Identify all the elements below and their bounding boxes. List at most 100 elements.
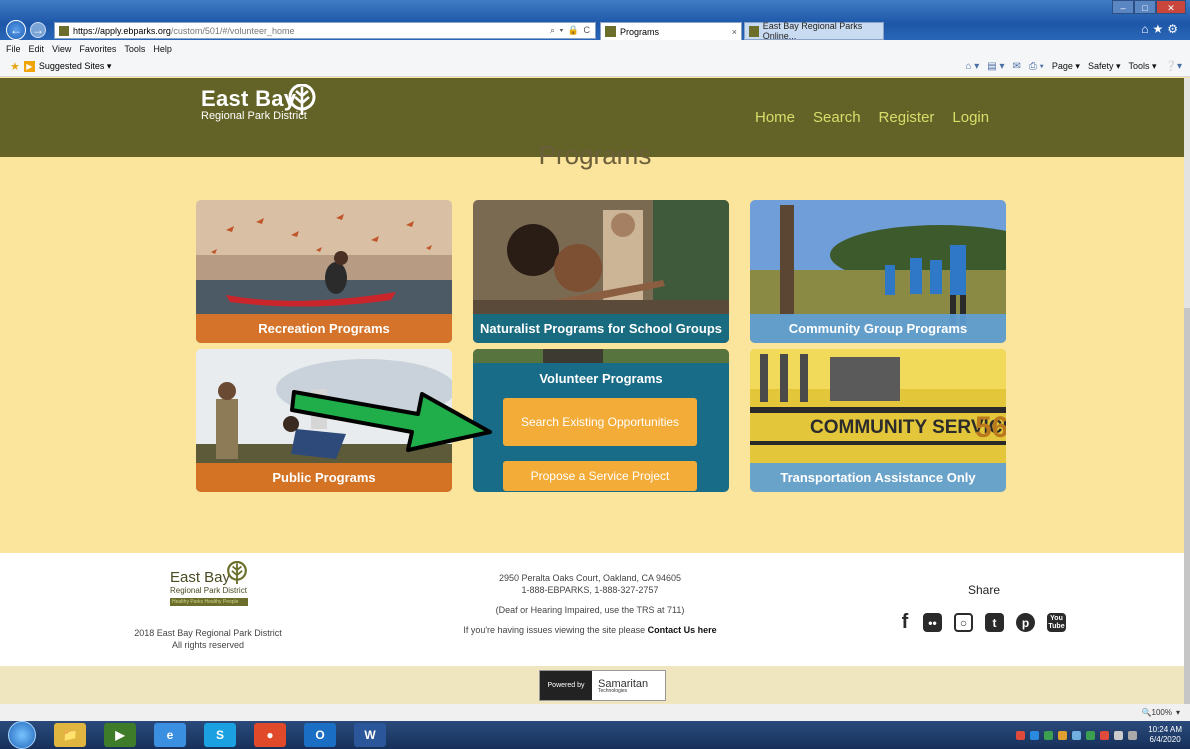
network-icon[interactable] bbox=[1114, 730, 1124, 740]
volume-icon[interactable] bbox=[1128, 730, 1138, 740]
flickr-icon[interactable]: •• bbox=[923, 613, 942, 632]
suggested-sites-icon: ▶ bbox=[23, 61, 35, 72]
menu-view[interactable]: View bbox=[52, 44, 71, 54]
tab-programs[interactable]: Programs × bbox=[600, 22, 742, 40]
card-recreation-programs[interactable]: Recreation Programs bbox=[196, 200, 452, 343]
chrome-icon[interactable]: ● bbox=[254, 723, 286, 747]
settings-gear-icon[interactable]: ⚙ bbox=[1167, 22, 1182, 36]
contact-us-link[interactable]: Contact Us here bbox=[648, 625, 717, 635]
tray-icon[interactable] bbox=[1086, 730, 1096, 740]
menu-favorites[interactable]: Favorites bbox=[79, 44, 116, 54]
tray-icon[interactable] bbox=[1030, 730, 1040, 740]
tab-label: Programs bbox=[620, 26, 660, 37]
nav-login[interactable]: Login bbox=[952, 109, 989, 126]
outlook-icon[interactable]: O bbox=[304, 723, 336, 747]
site-nav: Home Search Register Login bbox=[755, 109, 989, 126]
site-logo[interactable]: East Bay Regional Park District bbox=[201, 84, 316, 122]
footer-issues-line: If you're having issues viewing the site… bbox=[450, 624, 730, 636]
suggested-sites-link[interactable]: Suggested Sites ▾ bbox=[39, 61, 112, 72]
forward-button[interactable]: → bbox=[30, 22, 46, 38]
card-naturalist-programs[interactable]: Naturalist Programs for School Groups bbox=[473, 200, 729, 343]
favorites-star-icon[interactable]: ★ bbox=[1152, 22, 1167, 36]
card-transportation-assistance[interactable]: COMMUNITY SERVICE 56 Transportation Assi… bbox=[750, 349, 1006, 492]
volunteer-programs-title: Volunteer Programs bbox=[539, 371, 663, 386]
bus-number-text: 56 bbox=[975, 411, 1006, 444]
twitter-icon[interactable]: t bbox=[985, 613, 1004, 632]
zoom-icon: 🔍 bbox=[1141, 708, 1152, 717]
help-icon[interactable]: ❔▾ bbox=[1165, 61, 1182, 72]
address-bar[interactable]: https://apply.ebparks.org/custom/501/#/v… bbox=[54, 22, 596, 39]
footer-logo-sub: Regional Park District bbox=[170, 586, 247, 595]
close-tab-icon[interactable]: × bbox=[732, 27, 737, 37]
safety-menu[interactable]: Safety ▾ bbox=[1088, 61, 1121, 72]
zoom-level[interactable]: 100% bbox=[1152, 708, 1172, 717]
clock-date: 6/4/2020 bbox=[1149, 735, 1181, 744]
pinterest-icon[interactable]: p bbox=[1016, 613, 1035, 632]
card-label: Community Group Programs bbox=[750, 314, 1006, 343]
page-scrollbar[interactable] bbox=[1184, 78, 1190, 748]
windows-taskbar: 📁 ▶ e S ● O W 10:24 AM 6/4/2020 bbox=[0, 721, 1190, 749]
volunteer-photo-strip bbox=[473, 349, 729, 363]
minimize-button[interactable]: – bbox=[1112, 0, 1134, 14]
tab-label: East Bay Regional Parks Online... bbox=[762, 21, 863, 41]
word-icon[interactable]: W bbox=[354, 723, 386, 747]
tray-icon[interactable] bbox=[1100, 730, 1110, 740]
footer-phones: 1-888-EBPARKS, 1-888-327-2757 bbox=[521, 585, 659, 595]
menu-file[interactable]: File bbox=[6, 44, 21, 54]
favorites-star-icon[interactable]: ★ bbox=[10, 60, 20, 73]
media-player-icon[interactable]: ▶ bbox=[104, 723, 136, 747]
menu-tools[interactable]: Tools bbox=[124, 44, 145, 54]
tray-icon[interactable] bbox=[1072, 730, 1082, 740]
print-icon[interactable]: ⎙ ▾ bbox=[1029, 61, 1044, 72]
issues-text: If you're having issues viewing the site… bbox=[463, 625, 648, 635]
home-icon[interactable]: ⌂ ▾ bbox=[965, 61, 979, 72]
tray-icon[interactable] bbox=[1016, 730, 1026, 740]
clock-time: 10:24 AM bbox=[1148, 725, 1182, 734]
restore-button[interactable]: □ bbox=[1134, 0, 1156, 14]
back-button[interactable]: ← bbox=[6, 20, 26, 40]
tools-menu[interactable]: Tools ▾ bbox=[1128, 61, 1156, 72]
tab-east-bay-online[interactable]: East Bay Regional Parks Online... bbox=[744, 21, 884, 41]
taskbar-clock[interactable]: 10:24 AM 6/4/2020 bbox=[1148, 725, 1182, 745]
footer-logo[interactable]: East Bay Regional Park District Healthy … bbox=[170, 561, 248, 606]
file-explorer-icon[interactable]: 📁 bbox=[54, 723, 86, 747]
nav-home[interactable]: Home bbox=[755, 109, 795, 126]
copyright-line: 2018 East Bay Regional Park District bbox=[134, 628, 282, 638]
tray-icon[interactable] bbox=[1044, 730, 1054, 740]
rights-line: All rights reserved bbox=[171, 640, 245, 650]
card-label: Public Programs bbox=[196, 463, 452, 492]
powered-by-badge[interactable]: Powered by Samaritan Technologies bbox=[539, 670, 666, 701]
feeds-icon[interactable]: ▤ ▾ bbox=[987, 61, 1004, 72]
youtube-icon[interactable]: You Tube bbox=[1047, 613, 1066, 632]
browser-titlebar: ← → https://apply.ebparks.org/custom/501… bbox=[0, 0, 1190, 41]
tab-favicon-icon bbox=[605, 26, 616, 37]
close-window-button[interactable]: ✕ bbox=[1156, 0, 1186, 14]
skype-icon[interactable]: S bbox=[204, 723, 236, 747]
address-url: https://apply.ebparks.org/custom/501/#/v… bbox=[73, 25, 295, 36]
propose-service-project-button[interactable]: Propose a Service Project bbox=[503, 461, 697, 491]
zoom-dropdown-icon[interactable]: ▾ bbox=[1176, 708, 1180, 717]
menu-edit[interactable]: Edit bbox=[29, 44, 45, 54]
browser-status-bar: 🔍 100% ▾ bbox=[0, 704, 1190, 721]
menu-bar: File Edit View Favorites Tools Help bbox=[0, 40, 1190, 57]
mail-icon[interactable]: ✉ bbox=[1013, 61, 1021, 72]
page-menu[interactable]: Page ▾ bbox=[1052, 61, 1080, 72]
nav-register[interactable]: Register bbox=[879, 109, 935, 126]
nav-search[interactable]: Search bbox=[813, 109, 861, 126]
menu-help[interactable]: Help bbox=[153, 44, 172, 54]
card-community-group-programs[interactable]: Community Group Programs bbox=[750, 200, 1006, 343]
powered-by-text: Powered by bbox=[540, 671, 592, 700]
browser-tool-icons: ⌂★⚙ bbox=[1141, 22, 1182, 36]
start-button[interactable] bbox=[8, 721, 36, 749]
site-footer: East Bay Regional Park District Healthy … bbox=[0, 553, 1184, 666]
search-existing-opportunities-button[interactable]: Search Existing Opportunities bbox=[503, 398, 697, 446]
scrollbar-thumb[interactable] bbox=[1184, 308, 1190, 748]
facebook-icon[interactable]: f bbox=[899, 611, 911, 633]
address-controls[interactable]: ⌕ ▾ 🔒 C bbox=[550, 25, 595, 36]
footer-tagline: Healthy Parks Healthy People bbox=[170, 598, 248, 606]
instagram-icon[interactable]: ○ bbox=[954, 613, 973, 632]
home-icon[interactable]: ⌂ bbox=[1141, 22, 1152, 36]
tray-icon[interactable] bbox=[1058, 730, 1068, 740]
command-bar: ⌂ ▾ ▤ ▾ ✉ ⎙ ▾ Page ▾ Safety ▾ Tools ▾ ❔▾ bbox=[965, 61, 1190, 72]
internet-explorer-icon[interactable]: e bbox=[154, 723, 186, 747]
